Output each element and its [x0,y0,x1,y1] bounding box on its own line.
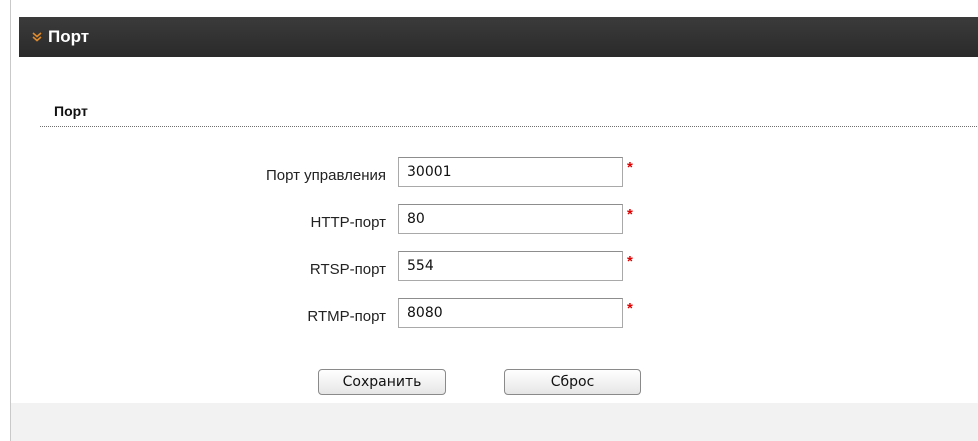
rtsp-port-required-mark: * [627,253,633,270]
http-port-required-mark: * [627,206,633,223]
save-button[interactable]: Сохранить [318,369,446,395]
rtsp-port-input[interactable] [398,251,623,281]
control-port-row: Порт управления * [11,157,978,197]
settings-panel: Порт Порт Порт управления * HTTP-порт * … [10,0,978,441]
control-port-required-mark: * [627,159,633,176]
page-title: Порт [48,27,90,46]
section-heading: Порт [54,103,88,119]
control-port-input[interactable] [398,157,623,187]
http-port-input[interactable] [398,204,623,234]
rtmp-port-row: RTMP-порт * [11,298,978,338]
http-port-label: HTTP-порт [310,214,386,231]
rtsp-port-row: RTSP-порт * [11,251,978,291]
section-divider [40,126,978,127]
http-port-row: HTTP-порт * [11,204,978,244]
control-port-label: Порт управления [266,167,386,184]
reset-button[interactable]: Сброс [504,369,641,395]
title-bar: Порт [19,17,978,57]
rtsp-port-label: RTSP-порт [309,261,386,278]
rtmp-port-required-mark: * [627,300,633,317]
rtmp-port-label: RTMP-порт [307,308,386,325]
rtmp-port-input[interactable] [398,298,623,328]
chevron-double-down-icon [31,31,43,43]
footer-strip [11,403,978,441]
top-strip [11,0,978,16]
